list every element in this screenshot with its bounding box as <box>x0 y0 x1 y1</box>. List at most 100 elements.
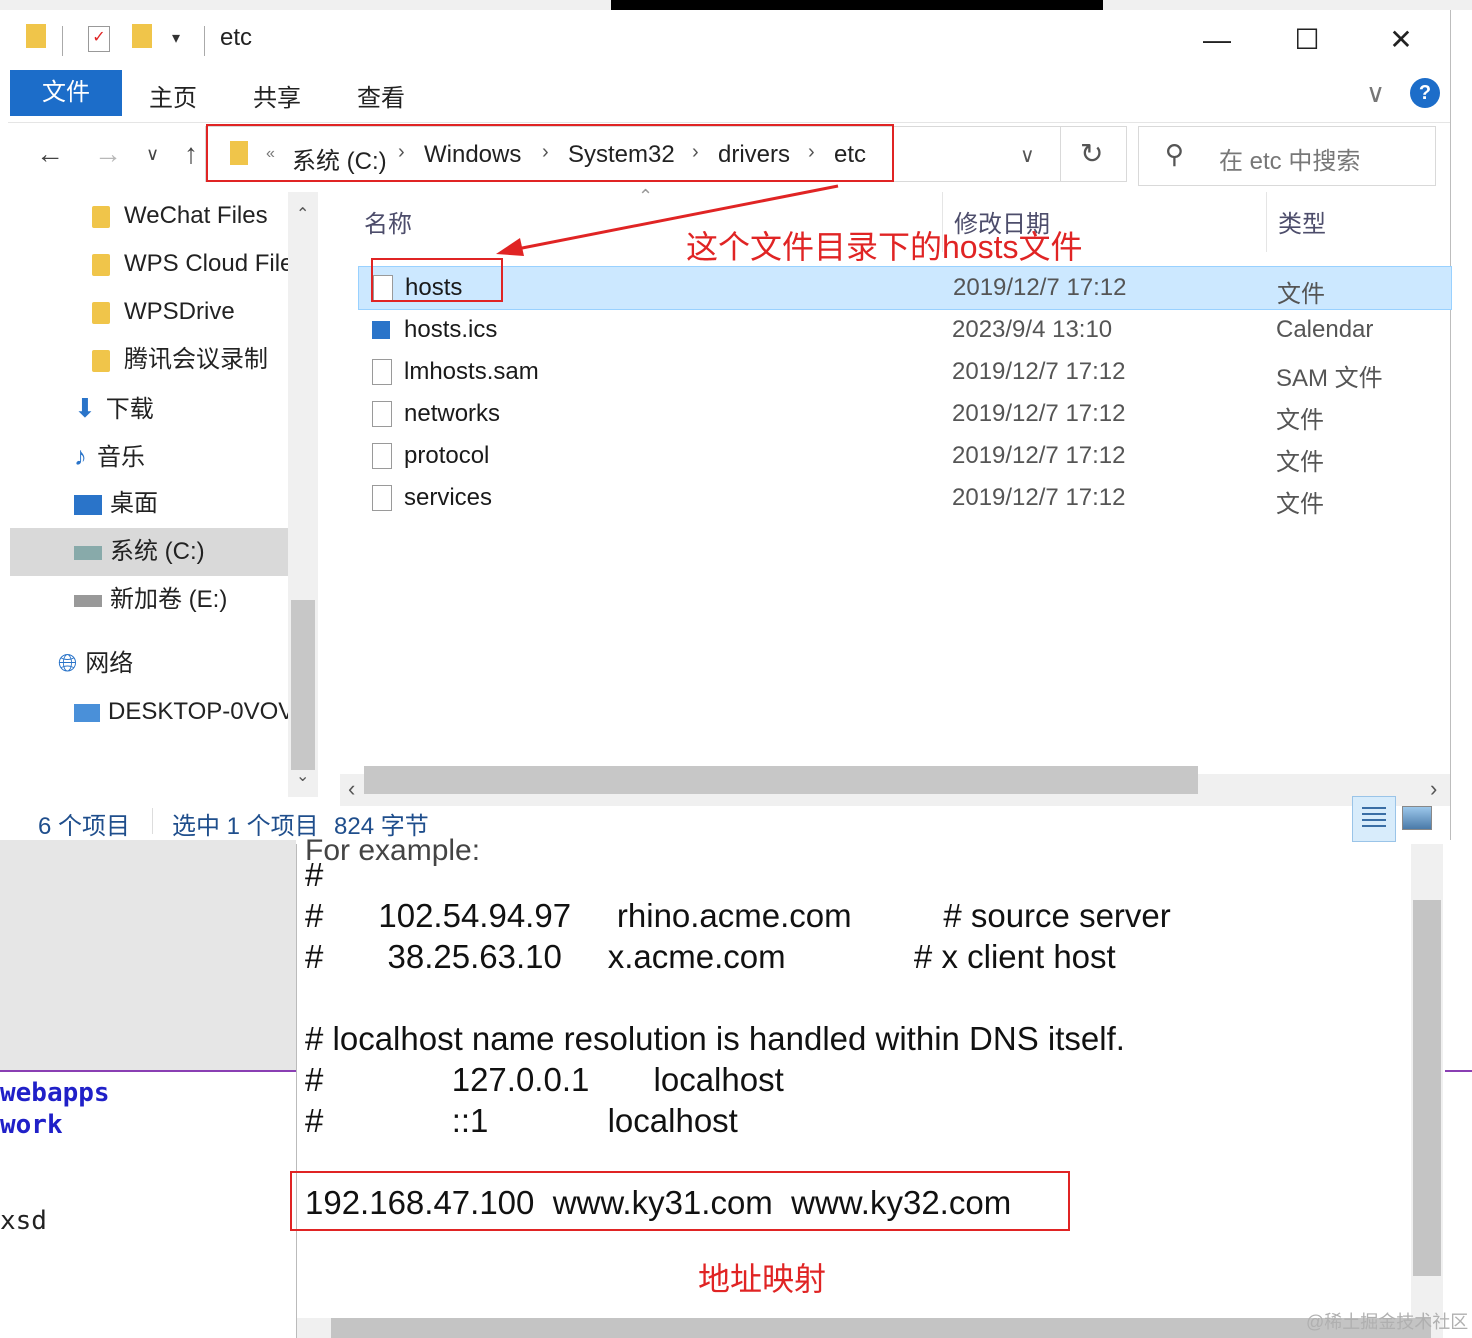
sidebar-item[interactable]: 腾讯会议录制 <box>92 336 288 384</box>
sidebar-item-music[interactable]: ♪ 音乐 <box>74 432 288 480</box>
navigation-pane: WeChat Files WPS Cloud Files WPSDrive 腾讯… <box>8 192 328 792</box>
sidebar-item-network[interactable]: 🌐︎ 网络 <box>58 640 288 688</box>
background-black-bar <box>611 0 1103 10</box>
file-row[interactable]: lmhosts.sam 2019/12/7 17:12 SAM 文件 <box>358 351 1450 393</box>
tab-file[interactable]: 文件 <box>10 70 122 116</box>
hosts-text-line: # <box>305 856 324 893</box>
sidebar-item-label: 系统 (C:) <box>110 538 205 565</box>
drive-icon <box>74 594 102 607</box>
background-code-line: xsd <box>0 1206 47 1236</box>
back-button[interactable]: ← <box>36 138 64 170</box>
network-icon: 🌐︎ <box>58 650 78 677</box>
computer-icon <box>74 703 100 722</box>
file-date: 2019/12/7 17:12 <box>952 400 1126 427</box>
maximize-button[interactable]: ☐ <box>1276 12 1338 68</box>
sidebar-item[interactable]: WPS Cloud Files <box>92 240 288 288</box>
tab-home[interactable]: 主页 <box>136 76 210 122</box>
column-header-name[interactable]: 名称 <box>364 204 412 239</box>
file-type: Calendar <box>1276 316 1374 343</box>
separator <box>152 808 153 834</box>
search-icon: ⚲ <box>1165 139 1185 169</box>
column-header-type[interactable]: 类型 <box>1278 204 1326 239</box>
background-code-line: work <box>0 1110 63 1140</box>
annotation-highlight-box <box>290 1171 1070 1231</box>
watermark: @稀土掘金技术社区 <box>1306 1312 1469 1332</box>
refresh-button[interactable]: ↻ <box>1080 137 1103 170</box>
file-date: 2019/12/7 17:12 <box>952 442 1126 469</box>
ribbon: 文件 主页 共享 查看 ∨ ? <box>8 68 1450 123</box>
desktop-icon <box>74 494 102 515</box>
sidebar-item-label: 新加卷 (E:) <box>110 586 228 613</box>
file-date: 2019/12/7 17:12 <box>952 358 1126 385</box>
annotation-highlight-box <box>371 258 503 302</box>
search-placeholder: 在 etc 中搜索 <box>1219 148 1361 175</box>
scroll-up-icon[interactable]: ⌃ <box>296 204 309 224</box>
file-row[interactable]: hosts 2019/12/7 17:12 文件 <box>358 266 1452 310</box>
sidebar-item-drive-c[interactable]: 系统 (C:) <box>10 528 288 576</box>
music-icon: ♪ <box>74 441 87 471</box>
hosts-text-line: # 38.25.63.10 x.acme.com # x client host <box>305 938 1116 975</box>
file-row[interactable]: services 2019/12/7 17:12 文件 <box>358 477 1450 519</box>
sidebar-item-label: 下载 <box>105 396 154 423</box>
minimize-button[interactable]: — <box>1186 12 1248 68</box>
text-horizontal-scroll-thumb[interactable] <box>331 1318 1431 1338</box>
sidebar-item[interactable]: WPSDrive <box>92 288 288 336</box>
status-bar: 6 个项目 选中 1 个项目 824 字节 <box>8 796 1450 844</box>
properties-icon[interactable]: ✓ <box>88 26 110 52</box>
sidebar-item-label: 网络 <box>85 650 134 677</box>
sidebar-item-label: DESKTOP-0VOV <box>108 698 288 725</box>
search-input[interactable]: ⚲ 在 etc 中搜索 <box>1138 126 1436 186</box>
file-row[interactable]: hosts.ics 2023/9/4 13:10 Calendar <box>358 309 1450 351</box>
file-icon <box>372 359 392 385</box>
file-icon <box>372 401 392 427</box>
sidebar-item-label: WeChat Files <box>124 202 268 229</box>
hosts-text-line: # 102.54.94.97 rhino.acme.com # source s… <box>305 897 1171 934</box>
annotation-highlight-box <box>206 124 894 182</box>
sidebar-item-desktop[interactable]: 桌面 <box>74 480 288 528</box>
hosts-file-text-area[interactable]: For example: # # 102.54.94.97 rhino.acme… <box>296 834 1445 1338</box>
file-name: protocol <box>404 442 490 469</box>
file-name: hosts.ics <box>404 316 498 343</box>
calendar-icon <box>372 321 390 339</box>
sidebar-scroll-thumb[interactable] <box>291 600 315 770</box>
file-date: 2019/12/7 17:12 <box>953 274 1127 301</box>
details-view-icon <box>1362 807 1386 831</box>
file-type: 文件 <box>1276 407 1324 434</box>
text-scroll-thumb[interactable] <box>1413 900 1441 1276</box>
file-name: lmhosts.sam <box>404 358 539 385</box>
sidebar-item-label: WPSDrive <box>124 298 235 325</box>
new-folder-icon[interactable] <box>132 24 152 48</box>
column-separator[interactable] <box>1266 192 1267 252</box>
file-name: networks <box>404 400 501 427</box>
file-row[interactable]: protocol 2019/12/7 17:12 文件 <box>358 435 1450 477</box>
hosts-text-line: # ::1 localhost <box>305 1102 738 1139</box>
tab-share[interactable]: 共享 <box>240 76 314 122</box>
forward-button[interactable]: → <box>94 138 122 170</box>
file-row[interactable]: networks 2019/12/7 17:12 文件 <box>358 393 1450 435</box>
sidebar-item-drive-e[interactable]: 新加卷 (E:) <box>74 576 288 624</box>
hosts-text-line: # localhost name resolution is handled w… <box>305 1020 1125 1057</box>
folder-icon <box>26 24 46 48</box>
background-panel <box>0 840 296 1070</box>
sidebar-item[interactable]: WeChat Files <box>92 192 288 240</box>
help-icon[interactable]: ? <box>1410 78 1440 108</box>
close-button[interactable]: ✕ <box>1370 12 1432 68</box>
quick-access-dropdown-icon[interactable]: ▾ <box>172 28 180 48</box>
folder-icon <box>92 349 110 372</box>
sidebar-item-computer[interactable]: DESKTOP-0VOV <box>74 688 288 736</box>
tab-view[interactable]: 查看 <box>344 76 418 122</box>
address-dropdown-icon[interactable]: ∨ <box>1020 143 1035 168</box>
large-icons-view-button[interactable] <box>1402 806 1432 830</box>
up-button[interactable]: ↑ <box>184 138 198 170</box>
status-item-count: 6 个项目 <box>38 813 131 840</box>
recent-locations-button[interactable]: ∨ <box>146 144 159 165</box>
details-view-button[interactable] <box>1352 796 1396 842</box>
download-icon: ⬇ <box>74 393 96 423</box>
folder-icon <box>92 301 110 324</box>
status-selected: 选中 1 个项目 <box>172 813 319 840</box>
sidebar-item-downloads[interactable]: ⬇ 下载 <box>74 384 288 432</box>
file-type: 文件 <box>1277 281 1325 308</box>
expand-ribbon-icon[interactable]: ∨ <box>1366 78 1385 109</box>
horizontal-scroll-thumb[interactable] <box>364 766 1198 794</box>
file-type: SAM 文件 <box>1276 365 1383 392</box>
